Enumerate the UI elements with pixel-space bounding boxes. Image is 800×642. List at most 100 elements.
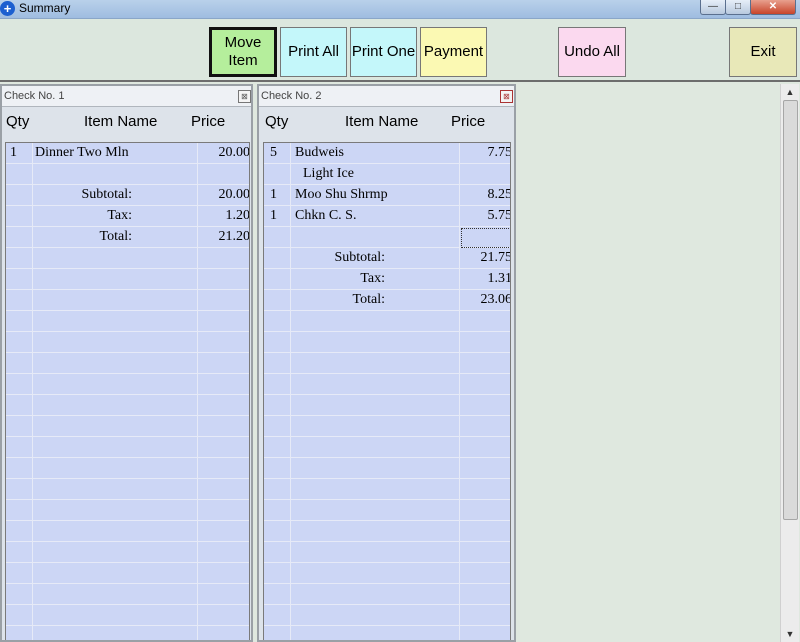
qty-cell: 5 (270, 145, 277, 160)
table-row[interactable] (6, 500, 249, 521)
vertical-scrollbar[interactable]: ▲ ▼ (780, 84, 799, 642)
table-row[interactable] (264, 542, 510, 563)
table-row[interactable] (264, 395, 510, 416)
table-row[interactable]: Light Ice (264, 164, 510, 185)
table-row[interactable]: 1 Moo Shu Shrmp 8.25 (264, 185, 510, 206)
minimize-button[interactable]: — (700, 0, 726, 15)
table-row[interactable] (6, 584, 249, 605)
price-cell: 1.20 (225, 208, 250, 223)
price-cell: 20.00 (218, 145, 250, 160)
table-row[interactable] (264, 374, 510, 395)
close-icon[interactable]: ⊠ (238, 90, 251, 103)
price-cell: 21.75 (480, 250, 511, 265)
scroll-up-icon[interactable]: ▲ (781, 84, 799, 100)
table-row[interactable] (264, 479, 510, 500)
price-cell: 1.31 (487, 271, 511, 286)
scroll-down-icon[interactable]: ▼ (781, 626, 799, 642)
table-row[interactable] (264, 626, 510, 640)
table-row[interactable] (6, 563, 249, 584)
table-row[interactable]: 1 Dinner Two Mln 20.00 (6, 143, 249, 164)
price-header: Price (451, 113, 486, 130)
table-row[interactable] (6, 416, 249, 437)
price-cell: 5.75 (487, 208, 511, 223)
table-row[interactable] (6, 248, 249, 269)
qty-cell: 1 (270, 187, 277, 202)
table-row[interactable] (6, 605, 249, 626)
item-name-cell: Total: (99, 229, 132, 244)
check-panel-1[interactable]: Check No. 1 ⊠ Qty Item Name Price 1 Dinne… (0, 84, 253, 642)
table-row[interactable] (6, 164, 249, 185)
table-row[interactable]: Subtotal: 21.75 (264, 248, 510, 269)
plus-circle-icon: + (0, 1, 15, 16)
table-row[interactable] (6, 374, 249, 395)
item-name-header: Item Name (345, 113, 419, 130)
table-row[interactable] (264, 584, 510, 605)
table-row[interactable] (264, 458, 510, 479)
undo-all-button[interactable]: Undo All (558, 27, 626, 77)
table-row[interactable] (6, 479, 249, 500)
selected-price-cell[interactable] (461, 228, 510, 248)
print-one-button[interactable]: Print One (350, 27, 417, 77)
exit-button[interactable]: Exit (729, 27, 797, 77)
item-name-cell: Tax: (107, 208, 132, 223)
table-row[interactable] (6, 311, 249, 332)
table-row[interactable] (6, 332, 249, 353)
table-row[interactable] (6, 353, 249, 374)
table-row[interactable] (6, 395, 249, 416)
price-cell: 23.06 (480, 292, 511, 307)
scroll-thumb[interactable] (783, 100, 798, 520)
item-name-cell: Budweis (295, 145, 344, 160)
payment-button[interactable]: Payment (420, 27, 487, 77)
table-row[interactable] (6, 458, 249, 479)
check-panel-2[interactable]: Check No. 2 ⊠ Qty Item Name Price 5 Budwe… (257, 84, 516, 642)
table-row[interactable] (264, 521, 510, 542)
check-title: Check No. 1 (2, 86, 251, 107)
table-row[interactable]: Total: 21.20 (6, 227, 249, 248)
table-row[interactable] (6, 626, 249, 640)
table-row[interactable] (6, 269, 249, 290)
table-row[interactable] (264, 227, 510, 248)
item-name-cell: Dinner Two Mln (35, 145, 129, 160)
item-name-cell: Subtotal: (81, 187, 132, 202)
table-row[interactable] (6, 437, 249, 458)
item-name-cell: Chkn C. S. (295, 208, 357, 223)
close-icon[interactable]: ⊠ (500, 90, 513, 103)
price-cell: 7.75 (487, 145, 511, 160)
table-row[interactable] (6, 290, 249, 311)
table-row[interactable] (264, 416, 510, 437)
price-cell: 20.00 (218, 187, 250, 202)
table-row[interactable] (264, 332, 510, 353)
check-items-grid[interactable]: 5 Budweis 7.75 Light Ice 1 Moo Shu Shrmp 8.25 1… (263, 142, 511, 640)
table-row[interactable]: Tax: 1.20 (6, 206, 249, 227)
table-row[interactable]: 1 Chkn C. S. 5.75 (264, 206, 510, 227)
item-name-header: Item Name (84, 113, 158, 130)
table-row[interactable] (6, 542, 249, 563)
toolbar: Move Item Print All Print One Payment Un… (0, 19, 800, 82)
item-name-cell: Moo Shu Shrmp (295, 187, 388, 202)
table-row[interactable] (264, 437, 510, 458)
table-row[interactable]: Subtotal: 20.00 (6, 185, 249, 206)
table-row[interactable] (264, 563, 510, 584)
table-row[interactable] (264, 353, 510, 374)
table-row[interactable] (264, 605, 510, 626)
move-item-button[interactable]: Move Item (209, 27, 277, 77)
price-cell: 8.25 (487, 187, 511, 202)
item-name-cell: Subtotal: (334, 250, 385, 265)
table-row[interactable] (6, 521, 249, 542)
title-bar: + Summary — □ ✕ (0, 0, 800, 19)
table-row[interactable]: Tax: 1.31 (264, 269, 510, 290)
print-all-button[interactable]: Print All (280, 27, 347, 77)
maximize-button[interactable]: □ (725, 0, 751, 15)
check-items-grid[interactable]: 1 Dinner Two Mln 20.00 Subtotal: 20.00 Tax: 1.… (5, 142, 250, 640)
table-row[interactable] (264, 500, 510, 521)
price-header: Price (191, 113, 226, 130)
table-row[interactable]: Total: 23.06 (264, 290, 510, 311)
qty-cell: 1 (10, 145, 17, 160)
qty-header: Qty (265, 113, 289, 130)
qty-cell: 1 (270, 208, 277, 223)
table-row[interactable] (264, 311, 510, 332)
close-button[interactable]: ✕ (750, 0, 796, 15)
qty-header: Qty (6, 113, 30, 130)
item-name-cell: Total: (352, 292, 385, 307)
table-row[interactable]: 5 Budweis 7.75 (264, 143, 510, 164)
